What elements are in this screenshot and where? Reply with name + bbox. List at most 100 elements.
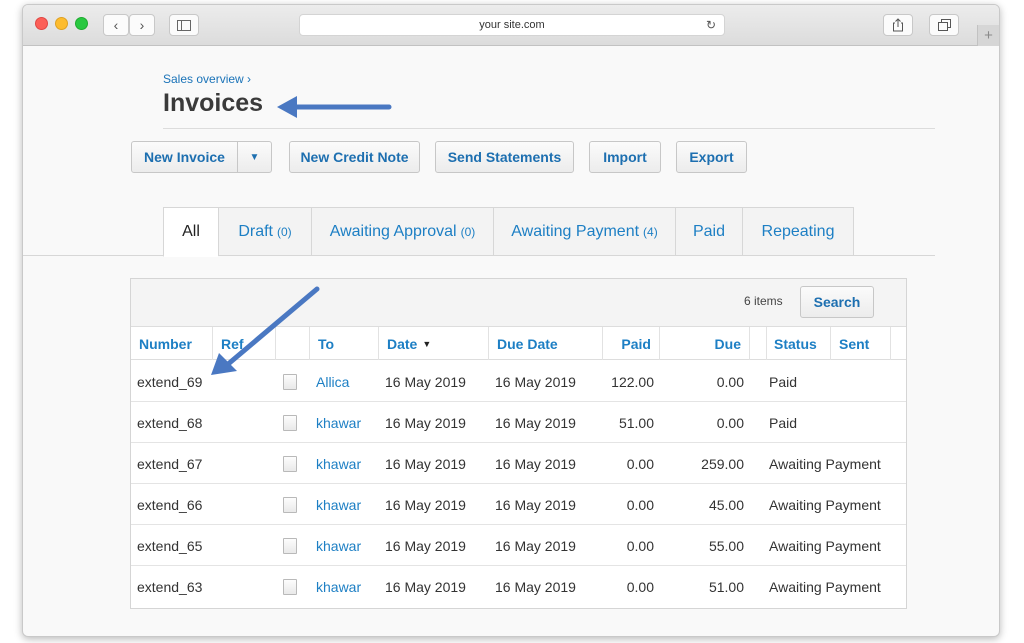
browser-window: ‹ › your site.com ↻ + Sales overview › I…: [22, 4, 1000, 637]
invoice-date: 16 May 2019: [385, 496, 466, 513]
invoice-due: 259.00: [701, 455, 744, 472]
share-icon: [893, 18, 903, 32]
invoice-paid: 51.00: [618, 414, 654, 431]
new-invoice-button[interactable]: New Invoice: [132, 142, 238, 172]
close-window-button[interactable]: [35, 17, 48, 30]
tab-count: (0): [460, 224, 476, 239]
column-header-sent[interactable]: Sent: [831, 327, 891, 360]
tab-repeating[interactable]: Repeating: [742, 207, 854, 256]
contact-link[interactable]: khawar: [310, 484, 379, 525]
tab-label: Draft: [238, 222, 273, 240]
document-icon: [283, 579, 297, 595]
tab-count: (0): [277, 224, 292, 239]
back-button[interactable]: ‹: [103, 14, 129, 36]
invoice-due-date: 16 May 2019: [495, 455, 576, 472]
forward-button[interactable]: ›: [129, 14, 155, 36]
invoice-paid: 0.00: [626, 537, 654, 554]
column-header-number[interactable]: Number: [131, 327, 213, 360]
sidebar-toggle-button[interactable]: [169, 14, 199, 36]
column-header-date-label: Date: [387, 335, 418, 352]
browser-toolbar: ‹ › your site.com ↻ +: [23, 5, 999, 46]
column-header-due[interactable]: Due: [660, 327, 750, 360]
tab-awaiting-approval[interactable]: Awaiting Approval (0): [311, 207, 493, 256]
tab-label: Awaiting Payment: [511, 222, 640, 240]
tab-label: Paid: [692, 222, 726, 240]
table-row[interactable]: extend_63 khawar 16 May 2019 16 May 2019…: [131, 566, 906, 607]
new-invoice-dropdown-button[interactable]: ▼: [238, 142, 271, 172]
document-icon: [283, 415, 297, 431]
tab-label: All: [182, 223, 200, 240]
tab-label: Awaiting Approval: [329, 222, 457, 240]
invoice-due: 0.00: [716, 414, 744, 431]
invoice-status: Awaiting Payment: [769, 455, 881, 472]
invoice-due-date: 16 May 2019: [495, 537, 576, 554]
new-tab-button[interactable]: +: [977, 25, 999, 46]
invoice-status: Awaiting Payment: [769, 578, 881, 595]
invoice-date: 16 May 2019: [385, 537, 466, 554]
invoice-number[interactable]: extend_65: [131, 525, 213, 566]
contact-link[interactable]: khawar: [310, 402, 379, 443]
invoice-due-date: 16 May 2019: [495, 578, 576, 595]
tabs-overview-button[interactable]: [929, 14, 959, 36]
invoice-number[interactable]: extend_69: [131, 361, 213, 402]
reload-icon[interactable]: ↻: [706, 18, 716, 32]
plus-icon: +: [984, 27, 993, 44]
divider: [163, 128, 935, 129]
document-icon: [283, 538, 297, 554]
export-button[interactable]: Export: [676, 141, 747, 173]
minimize-window-button[interactable]: [55, 17, 68, 30]
search-button[interactable]: Search: [800, 286, 874, 318]
tab-draft[interactable]: Draft (0): [218, 207, 311, 256]
page-title: Invoices: [163, 89, 264, 117]
invoice-number[interactable]: extend_68: [131, 402, 213, 443]
contact-link[interactable]: khawar: [310, 525, 379, 566]
column-header-spacer: [750, 327, 767, 360]
breadcrumb[interactable]: Sales overview ›: [163, 72, 251, 86]
invoice-due: 0.00: [716, 373, 744, 390]
invoice-status: Awaiting Payment: [769, 496, 881, 513]
invoice-number[interactable]: extend_66: [131, 484, 213, 525]
send-statements-button[interactable]: Send Statements: [435, 141, 574, 173]
invoice-due-date: 16 May 2019: [495, 496, 576, 513]
table-row[interactable]: extend_65 khawar 16 May 2019 16 May 2019…: [131, 525, 906, 566]
invoice-paid: 0.00: [626, 496, 654, 513]
invoice-due-date: 16 May 2019: [495, 414, 576, 431]
zoom-window-button[interactable]: [75, 17, 88, 30]
column-header-status[interactable]: Status: [766, 327, 831, 360]
address-bar[interactable]: your site.com ↻: [299, 14, 725, 36]
tabs-icon: [937, 19, 951, 31]
import-button[interactable]: Import: [589, 141, 661, 173]
invoice-status: Paid: [769, 414, 798, 431]
invoice-due: 51.00: [708, 578, 744, 595]
invoice-number[interactable]: extend_63: [131, 566, 213, 607]
tab-all[interactable]: All: [163, 207, 218, 257]
invoice-paid: 122.00: [611, 373, 654, 390]
sidebar-icon: [177, 19, 191, 31]
items-count: 6 items: [744, 294, 783, 308]
invoice-status: Paid: [769, 373, 798, 390]
new-credit-note-button[interactable]: New Credit Note: [289, 141, 420, 173]
chevron-left-icon: ‹: [113, 17, 119, 33]
chevron-right-icon: ›: [139, 17, 145, 33]
contact-link[interactable]: khawar: [310, 566, 379, 607]
invoice-number[interactable]: extend_67: [131, 443, 213, 484]
share-button[interactable]: [883, 14, 913, 36]
table-row[interactable]: extend_68 khawar 16 May 2019 16 May 2019…: [131, 402, 906, 443]
tab-paid[interactable]: Paid: [675, 207, 742, 256]
invoice-due-date: 16 May 2019: [495, 373, 576, 390]
invoice-due: 55.00: [708, 537, 744, 554]
document-icon: [283, 497, 297, 513]
annotation-arrow-icon: [211, 286, 320, 375]
tab-awaiting-payment[interactable]: Awaiting Payment (4): [493, 207, 675, 256]
contact-link[interactable]: khawar: [310, 443, 379, 484]
invoice-date: 16 May 2019: [385, 578, 466, 595]
column-header-date[interactable]: Date ▼: [379, 327, 489, 360]
column-header-paid[interactable]: Paid: [603, 327, 660, 360]
invoice-date: 16 May 2019: [385, 414, 466, 431]
invoice-paid: 0.00: [626, 455, 654, 472]
annotation-arrow-icon: [277, 96, 392, 118]
column-header-due-date[interactable]: Due Date: [489, 327, 603, 360]
table-row[interactable]: extend_67 khawar 16 May 2019 16 May 2019…: [131, 443, 906, 484]
table-row[interactable]: extend_66 khawar 16 May 2019 16 May 2019…: [131, 484, 906, 525]
caret-down-icon: ▼: [249, 151, 260, 163]
